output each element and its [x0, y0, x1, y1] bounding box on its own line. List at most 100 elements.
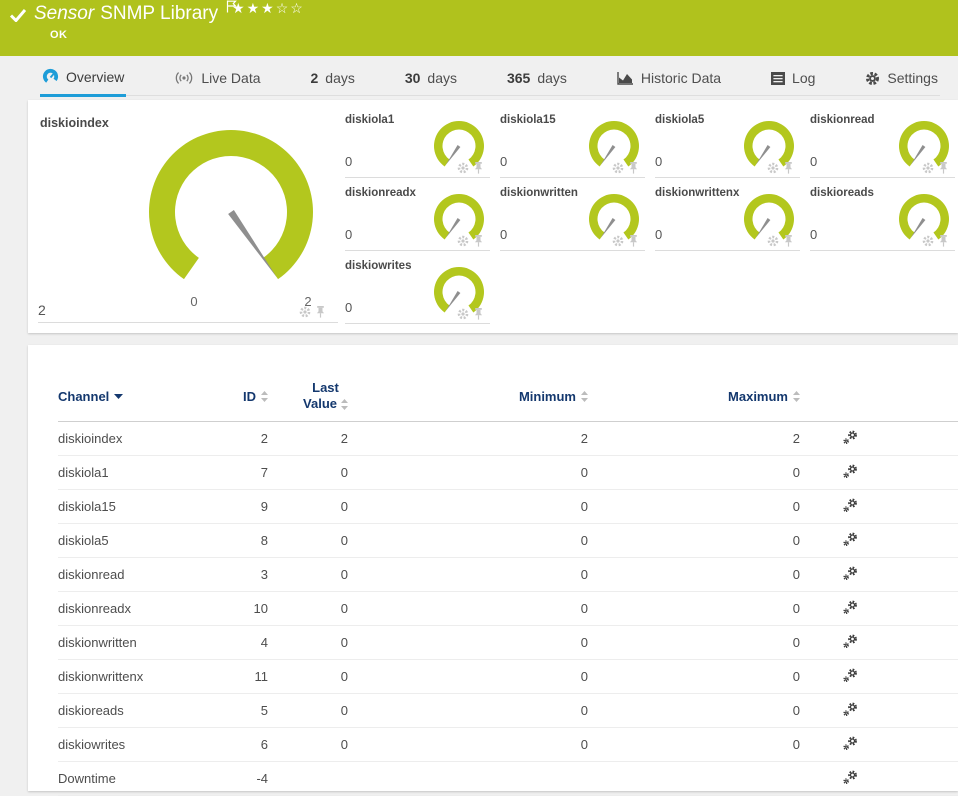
gauge-settings-gear-icon[interactable] [612, 162, 624, 174]
gauge-tile-diskionwrittenx: diskionwrittenx 0 [655, 183, 800, 251]
channel-id: 5 [260, 703, 268, 718]
tab-number: 2 [310, 70, 319, 86]
gauge-current-value: 0 [810, 227, 818, 242]
gauge-current-value: 0 [345, 227, 353, 242]
channel-last-value: 0 [340, 703, 348, 718]
channel-id: 3 [260, 567, 268, 582]
star-icon[interactable]: ★ [247, 0, 262, 16]
channel-id: 6 [260, 737, 268, 752]
gauge-pin-icon[interactable] [628, 235, 639, 247]
gauge-pin-icon[interactable] [938, 235, 949, 247]
channel-name[interactable]: diskiola15 [58, 499, 208, 514]
channel-name[interactable]: diskiola5 [58, 533, 208, 548]
sensor-status-badge: OK [50, 29, 68, 41]
gauge-pin-icon[interactable] [315, 306, 326, 318]
gauge-pin-icon[interactable] [783, 162, 794, 174]
channel-settings-gears-icon[interactable] [842, 565, 859, 582]
channel-settings-gears-icon[interactable] [842, 701, 859, 718]
table-row-diskionwritten: diskionwritten 4 0 0 0 [58, 626, 958, 660]
gauge-settings-gear-icon[interactable] [922, 162, 934, 174]
tab-historic-data[interactable]: Historic Data [615, 70, 723, 95]
channel-maximum: 0 [792, 635, 800, 650]
channel-settings-gears-icon[interactable] [842, 463, 859, 480]
channels-panel: Channel ID Last Value Minimum Maximum di… [28, 345, 958, 796]
channel-id: 11 [254, 669, 269, 684]
tab-2-days[interactable]: 2 days [308, 70, 356, 95]
gauge-settings-gear-icon[interactable] [767, 162, 779, 174]
channel-name[interactable]: diskiowrites [58, 737, 208, 752]
channel-settings-gears-icon[interactable] [842, 429, 859, 446]
tab-settings[interactable]: Settings [863, 70, 940, 95]
star-icon[interactable]: ☆ [290, 0, 305, 16]
channel-last-value: 0 [340, 669, 348, 684]
channel-name[interactable]: diskionwrittenx [58, 669, 208, 684]
gauge-settings-gear-icon[interactable] [767, 235, 779, 247]
channel-settings-gears-icon[interactable] [842, 633, 859, 650]
tab-log[interactable]: Log [769, 70, 817, 95]
gauge-title: diskionwrittenx [655, 187, 740, 199]
gauge-tile-diskiola5: diskiola5 0 [655, 110, 800, 178]
star-icon[interactable]: ☆ [276, 0, 291, 16]
channel-maximum: 0 [792, 465, 800, 480]
channel-name[interactable]: Downtime [58, 771, 208, 786]
gauge-pin-icon[interactable] [473, 162, 484, 174]
channel-name[interactable]: diskionwritten [58, 635, 208, 650]
channel-name[interactable]: diskioreads [58, 703, 208, 718]
tab-365-days[interactable]: 365 days [505, 70, 569, 95]
gauge-settings-gear-icon[interactable] [299, 306, 311, 318]
gauge-settings-gear-icon[interactable] [457, 308, 469, 320]
gauge-tile-diskionread: diskionread 0 [810, 110, 955, 178]
channel-settings-gears-icon[interactable] [842, 531, 859, 548]
channel-name[interactable]: diskionread [58, 567, 208, 582]
gauge-pin-icon[interactable] [783, 235, 794, 247]
gauge-pin-icon[interactable] [473, 235, 484, 247]
status-ok-check-icon [9, 9, 27, 27]
channel-minimum: 0 [580, 499, 588, 514]
column-header-last-value[interactable]: Last Value [268, 380, 348, 413]
gauge-pin-icon[interactable] [938, 162, 949, 174]
channel-name[interactable]: diskioindex [58, 431, 208, 446]
channel-name[interactable]: diskionreadx [58, 601, 208, 616]
gauge-settings-gear-icon[interactable] [457, 162, 469, 174]
channel-last-value: 0 [340, 567, 348, 582]
tab-live-data[interactable]: Live Data [172, 70, 262, 95]
column-header-minimum[interactable]: Minimum [348, 389, 588, 404]
gauge-title: diskionread [810, 114, 875, 126]
table-row-diskionread: diskionread 3 0 0 0 [58, 558, 958, 592]
gauge-title: diskioindex [40, 116, 109, 130]
gauge-current-value: 0 [500, 154, 508, 169]
gauge-pin-icon[interactable] [473, 308, 484, 320]
gauge-settings-gear-icon[interactable] [922, 235, 934, 247]
gauge-title: diskiowrites [345, 260, 412, 272]
channel-settings-gears-icon[interactable] [842, 769, 859, 786]
priority-stars[interactable]: ★★★☆☆ [232, 0, 305, 17]
channel-name[interactable]: diskiola1 [58, 465, 208, 480]
star-icon[interactable]: ★ [261, 0, 276, 16]
channel-settings-gears-icon[interactable] [842, 599, 859, 616]
tab-overview[interactable]: Overview [40, 68, 127, 97]
gauge-icon [42, 68, 59, 85]
star-icon[interactable]: ★ [232, 0, 247, 16]
tab-bar: Overview Live Data 2 days 30 days 365 days Histo… [40, 62, 940, 97]
channel-maximum: 0 [792, 499, 800, 514]
channel-maximum: 0 [792, 567, 800, 582]
gauge-settings-gear-icon[interactable] [612, 235, 624, 247]
sort-updown-icon [581, 390, 588, 402]
tab-30-days[interactable]: 30 days [403, 70, 459, 95]
gauge-title: diskionwritten [500, 187, 578, 199]
gauge-tile-diskiola1: diskiola1 0 [345, 110, 490, 178]
channel-minimum: 0 [580, 737, 588, 752]
channel-minimum: 0 [580, 635, 588, 650]
gauge-pin-icon[interactable] [628, 162, 639, 174]
column-header-maximum[interactable]: Maximum [588, 389, 800, 404]
channel-settings-gears-icon[interactable] [842, 735, 859, 752]
column-header-channel[interactable]: Channel [58, 389, 208, 404]
channel-settings-gears-icon[interactable] [842, 667, 859, 684]
column-header-id[interactable]: ID [208, 389, 268, 404]
table-body: diskioindex 2 2 2 2 diskiola1 7 0 0 0 diskiola15 9 0… [58, 422, 958, 796]
log-icon [771, 71, 786, 85]
table-row-diskioindex: diskioindex 2 2 2 2 [58, 422, 958, 456]
gauge-settings-gear-icon[interactable] [457, 235, 469, 247]
sensor-header: Sensor SNMP Library ★★★☆☆ OK [0, 0, 958, 56]
channel-settings-gears-icon[interactable] [842, 497, 859, 514]
